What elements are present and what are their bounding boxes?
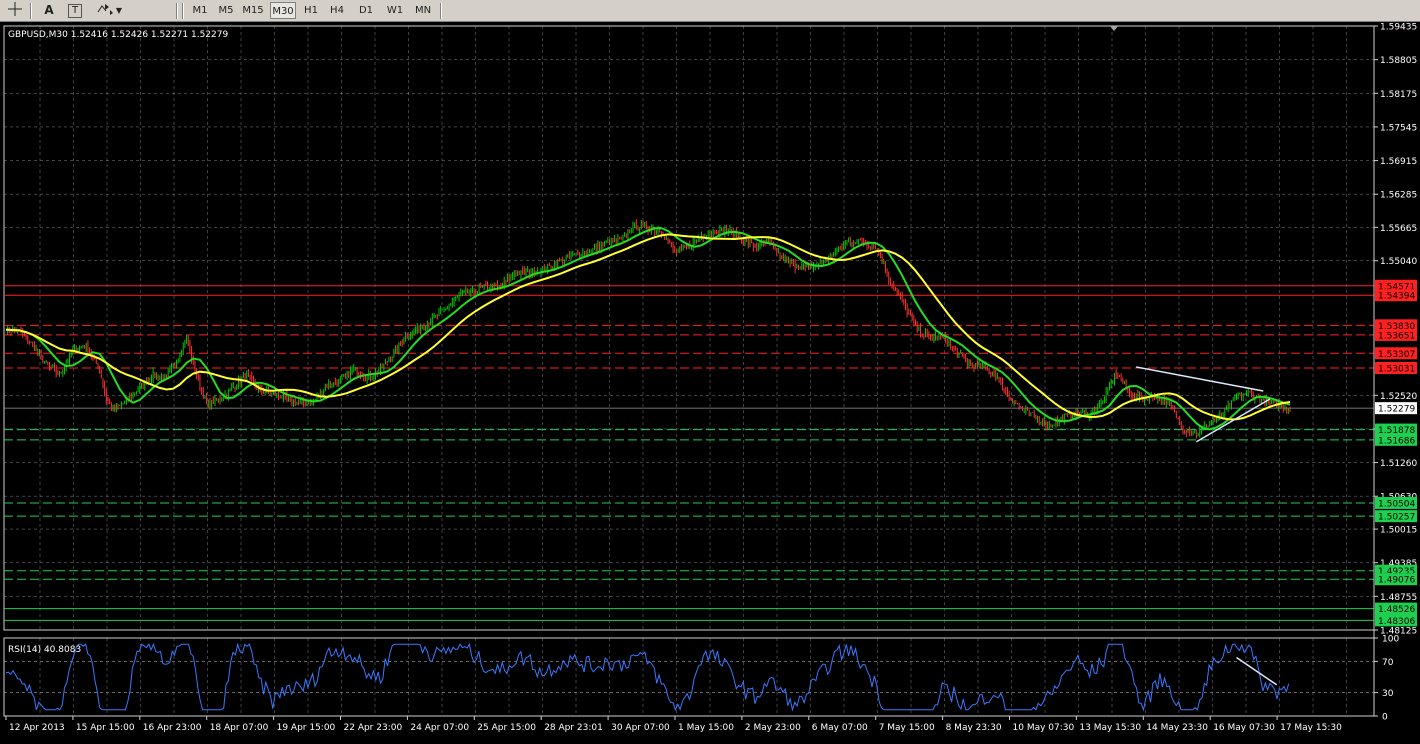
time-tick-label: 14 May 23:30 [1146, 723, 1208, 733]
rsi-tick-label: 30 [1382, 689, 1394, 699]
time-tick-label: 10 May 07:30 [1013, 723, 1075, 733]
toolbar-separator [440, 3, 442, 19]
time-tick-label: 28 Apr 23:01 [544, 723, 603, 733]
rsi-tick-label: 70 [1382, 658, 1394, 668]
timeframe-m15-button[interactable]: M15 [240, 2, 266, 19]
text-label-icon[interactable]: T [68, 4, 82, 18]
price-tick-label: 1.58175 [1380, 90, 1417, 100]
price-level-label: 1.48306 [1378, 617, 1415, 627]
price-level-label: 1.49076 [1378, 576, 1415, 586]
price-tick-label: 1.48755 [1380, 593, 1417, 603]
price-level-label: 1.53307 [1378, 350, 1415, 360]
rsi-tick-label: 100 [1382, 635, 1399, 645]
price-tick-label: 1.59435 [1380, 23, 1417, 33]
price-level-label: 1.48526 [1378, 605, 1415, 615]
time-tick-label: 16 Apr 23:00 [143, 723, 202, 733]
time-tick-label: 30 Apr 07:00 [611, 723, 670, 733]
price-tick-label: 1.56285 [1380, 191, 1417, 201]
price-tick-label: 1.56915 [1380, 157, 1417, 167]
rsi-panel: 100 70 30 0 [4, 635, 1399, 723]
price-tick-label: 1.57545 [1380, 123, 1417, 133]
shift-marker-icon [1110, 26, 1118, 31]
time-tick-label: 18 Apr 07:00 [210, 723, 269, 733]
price-tick-label: 1.55665 [1380, 224, 1417, 234]
time-tick-label: 8 May 23:30 [946, 723, 1002, 733]
price-level-label: 1.50257 [1378, 513, 1415, 523]
trendline [1136, 366, 1264, 392]
trendline [1195, 398, 1271, 443]
timeframe-mn-button[interactable]: MN [410, 2, 436, 19]
time-tick-label: 24 Apr 07:00 [410, 723, 469, 733]
plot-frame [3, 25, 1375, 631]
price-tick-label: 1.50015 [1380, 526, 1417, 536]
time-tick-label: 1 May 15:00 [678, 723, 734, 733]
timeframe-m30-button[interactable]: M30 [270, 2, 296, 19]
time-tick-label: 6 May 07:00 [812, 723, 868, 733]
toolbar-separator [30, 3, 32, 19]
time-tick-label: 19 Apr 15:00 [277, 723, 336, 733]
price-tick-label: 1.51260 [1380, 459, 1417, 469]
chevron-down-icon[interactable]: ▼ [114, 2, 124, 19]
time-tick-label: 13 May 15:30 [1079, 723, 1141, 733]
time-tick-label: 12 Apr 2013 [9, 723, 65, 733]
time-tick-label: 17 May 15:30 [1280, 723, 1342, 733]
rsi-tick-label: 0 [1382, 713, 1388, 723]
rsi-frame [3, 637, 1375, 717]
current-price-label: 1.52279 [1378, 405, 1415, 415]
time-tick-label: 16 May 07:30 [1213, 723, 1275, 733]
moving-averages [5, 227, 1291, 431]
time-tick-label: 15 Apr 15:00 [76, 723, 135, 733]
symbol-info: GBPUSD,M30 1.52416 1.52426 1.52271 1.522… [8, 30, 228, 40]
price-levels [4, 285, 1374, 621]
text-icon[interactable]: A [40, 2, 58, 19]
timeframe-m1-button[interactable]: M1 [187, 2, 213, 19]
time-axis: 12 Apr 2013 15 Apr 15:00 16 Apr 23:00 18 Ap… [4, 715, 1374, 733]
rsi-label: RSI(14) 40.8083 [8, 645, 81, 655]
price-tick-label: 1.58805 [1380, 56, 1417, 66]
timeframe-w1-button[interactable]: W1 [382, 2, 408, 19]
price-axis: 1.59435 1.58805 1.58175 1.57545 1.56915 1.562… [1373, 23, 1417, 716]
time-tick-label: 7 May 15:00 [879, 723, 935, 733]
price-level-label: 1.53651 [1378, 331, 1415, 341]
timeframe-h4-button[interactable]: H4 [324, 2, 350, 19]
timeframe-d1-button[interactable]: D1 [353, 2, 379, 19]
time-tick-label: 25 Apr 15:00 [477, 723, 536, 733]
arrows-icon[interactable] [96, 2, 114, 19]
price-tick-label: 1.52520 [1380, 392, 1417, 402]
price-level-label: 1.53031 [1378, 364, 1415, 374]
price-tick-label: 1.55040 [1380, 257, 1417, 267]
price-level-label: 1.54394 [1378, 292, 1415, 302]
moving-average-slow [5, 233, 1291, 421]
chart-toolbar: A T ▼ M1 M5 M15 M30 H1 H4 D1 W1 MN [0, 0, 1420, 22]
timeframe-m5-button[interactable]: M5 [213, 2, 239, 19]
rsi-line [5, 642, 1290, 712]
grid [3, 25, 1375, 717]
chart-area[interactable]: 1.59435 1.58805 1.58175 1.57545 1.56915 1.562… [0, 22, 1420, 741]
time-tick-label: 2 May 23:00 [745, 723, 801, 733]
candles [7, 219, 1291, 439]
toolbar-separator [182, 3, 184, 19]
time-tick-label: 22 Apr 23:00 [344, 723, 403, 733]
timeframe-h1-button[interactable]: H1 [298, 2, 324, 19]
moving-average-fast [5, 227, 1291, 431]
price-level-label: 1.51686 [1378, 436, 1415, 446]
crosshair-icon[interactable] [6, 2, 24, 19]
price-level-label: 1.50504 [1378, 499, 1415, 509]
price-chart[interactable]: 1.59435 1.58805 1.58175 1.57545 1.56915 1.562… [0, 22, 1420, 741]
toolbar-separator [176, 3, 178, 19]
